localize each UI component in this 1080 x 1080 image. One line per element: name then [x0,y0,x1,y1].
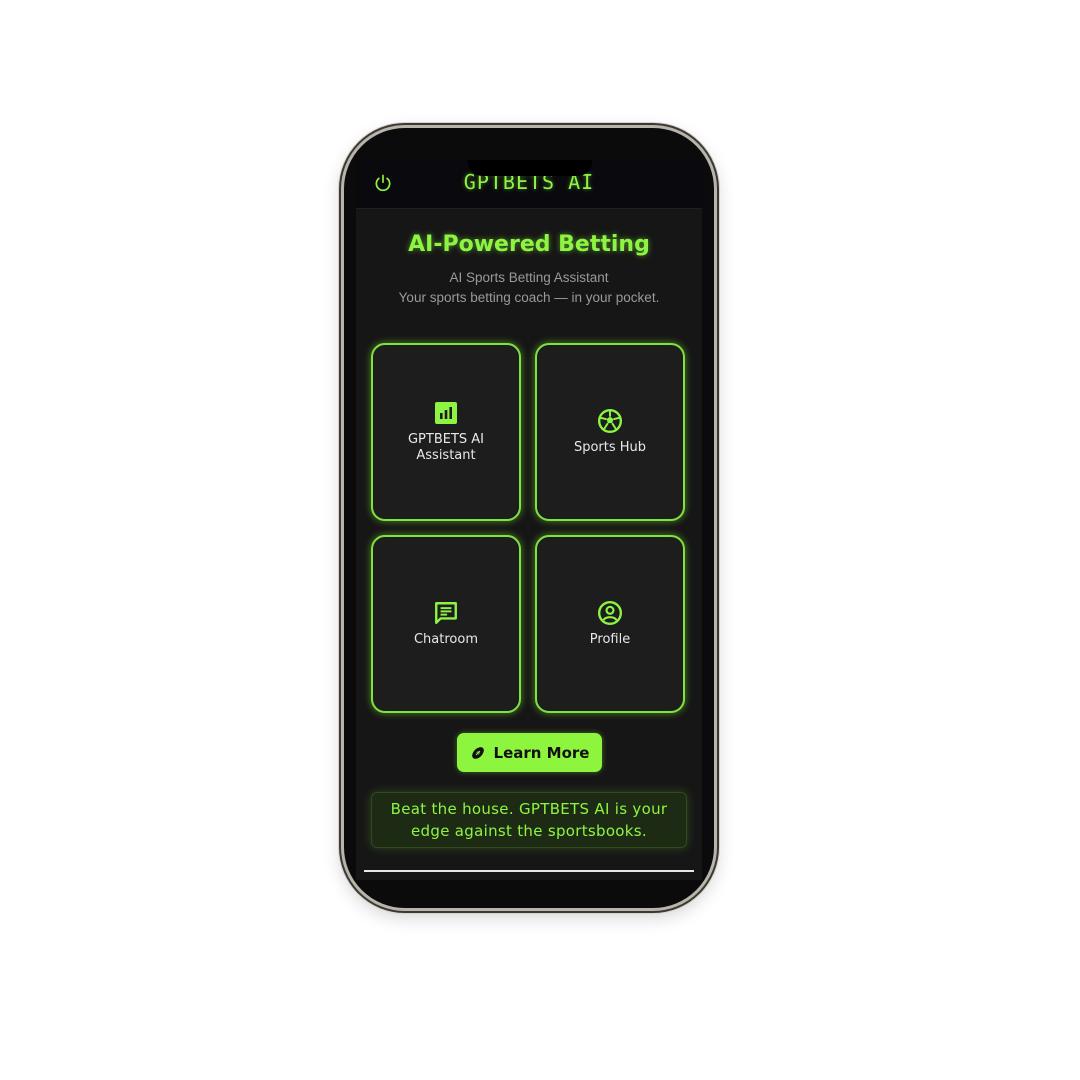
card-chatroom[interactable]: Chatroom [371,535,521,713]
football-icon [470,745,486,761]
chat-bubble-icon [433,600,459,626]
learn-more-label: Learn More [493,743,590,762]
tagline-text: Beat the house. GPTBETS AI is your edge … [390,800,668,840]
hero-subtitle: AI Sports Betting Assistant [449,270,609,285]
tagline-banner: Beat the house. GPTBETS AI is your edge … [371,792,687,848]
card-label: Sports Hub [573,440,647,455]
hero-title: AI-Powered Betting [408,232,650,257]
card-label: Profile [589,632,631,647]
app-screen: GPTBETS AI AI-Powered Betting AI Sports … [356,160,702,880]
soccer-ball-icon [597,408,623,434]
card-gptbets-ai-assistant[interactable]: GPTBETS AI Assistant [371,343,521,521]
bar-chart-icon [433,400,459,426]
top-app-bar: GPTBETS AI [356,160,702,209]
home-indicator[interactable] [364,870,694,872]
hero-tagline: Your sports betting coach — in your pock… [398,290,660,305]
card-profile[interactable]: Profile [535,535,685,713]
dynamic-island [468,160,592,176]
user-circle-icon [597,600,623,626]
learn-more-button[interactable]: Learn More [457,733,602,772]
card-sports-hub[interactable]: Sports Hub [535,343,685,521]
card-label: GPTBETS AI Assistant [407,432,485,463]
card-label: Chatroom [413,632,478,647]
